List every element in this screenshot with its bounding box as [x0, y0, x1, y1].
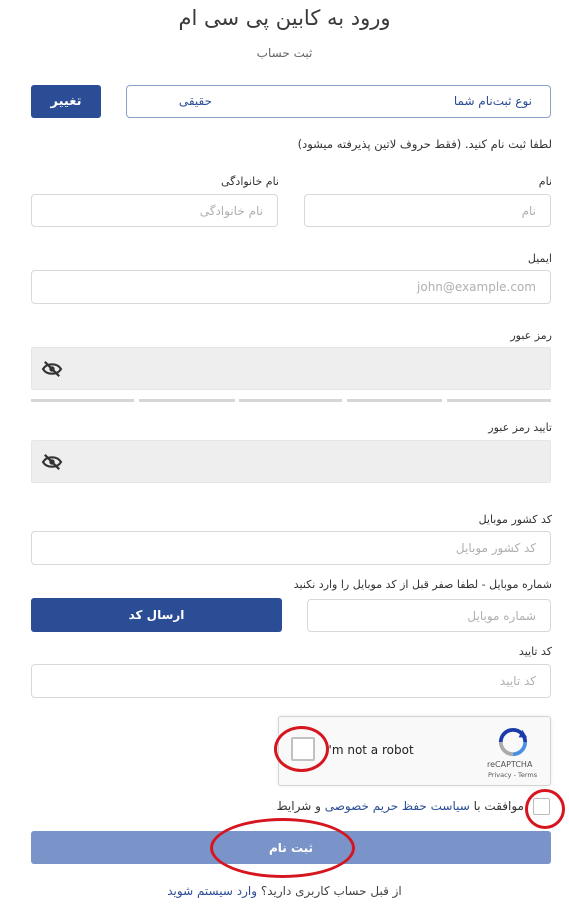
registration-type-label: نوع ثبت‌نام شما [453, 94, 532, 108]
eye-off-icon[interactable] [41, 453, 63, 471]
consent-checkbox[interactable] [533, 798, 550, 815]
email-label: ایمیل [527, 252, 552, 265]
recaptcha-checkbox[interactable] [291, 737, 315, 761]
password-strength-segment [31, 399, 134, 402]
verify-code-label: کد تایید [518, 645, 552, 658]
password-strength-segment [447, 399, 551, 402]
recaptcha-logo-icon [498, 727, 528, 757]
mobile-input[interactable] [307, 599, 551, 632]
confirm-password-input[interactable] [31, 440, 551, 483]
verify-code-input[interactable] [31, 664, 551, 698]
last-name-label: نام خانوادگی [221, 175, 279, 188]
recaptcha-links[interactable]: Privacy - Terms [488, 771, 537, 779]
password-input[interactable] [31, 347, 551, 390]
first-name-input[interactable] [304, 194, 551, 227]
country-code-input[interactable] [31, 531, 551, 565]
register-button[interactable]: ثبت نام [31, 831, 551, 864]
last-name-input[interactable] [31, 194, 278, 227]
login-link[interactable]: وارد سیستم شوید [167, 884, 257, 898]
password-strength-segment [139, 399, 235, 402]
registration-type-value: حقیقی [178, 94, 212, 108]
consent-prefix: موافقت با [473, 799, 524, 813]
consent-suffix: و شرایط [276, 799, 321, 813]
password-strength-segment [239, 399, 342, 402]
recaptcha-text: I'm not a robot [325, 743, 414, 757]
page-subtitle: ثبت حساب [256, 46, 313, 60]
country-code-label: کد کشور موبایل [478, 513, 552, 526]
confirm-password-label: تایید رمز عبور [488, 421, 552, 434]
password-label: رمز عبور [510, 329, 552, 342]
first-name-label: نام [538, 175, 552, 188]
eye-off-icon[interactable] [41, 360, 63, 378]
recaptcha-widget: I'm not a robot reCAPTCHA Privacy - Term… [278, 716, 551, 786]
recaptcha-brand: reCAPTCHA [487, 760, 533, 769]
consent-text: موافقت با سیاست حفظ حریم خصوصی و شرایط [277, 799, 524, 813]
change-type-button[interactable]: تغییر [31, 85, 101, 118]
password-strength-segment [347, 399, 442, 402]
login-question: از قبل حساب کاربری دارید؟ [260, 884, 402, 898]
form-hint: لطفا ثبت نام کنید. (فقط حروف لاتین پذیرف… [297, 137, 552, 151]
page-title: ورود به کابین پی سی ام [178, 6, 391, 30]
registration-type-field[interactable]: نوع ثبت‌نام شما حقیقی [126, 85, 551, 118]
email-input[interactable] [31, 270, 551, 304]
mobile-label: شماره موبایل - لطفا صفر قبل از کد موبایل… [293, 578, 552, 591]
send-code-button[interactable]: ارسال کد [31, 598, 282, 632]
privacy-policy-link[interactable]: سیاست حفظ حریم خصوصی [325, 799, 470, 813]
login-prompt: از قبل حساب کاربری دارید؟ وارد سیستم شوی… [0, 884, 569, 898]
